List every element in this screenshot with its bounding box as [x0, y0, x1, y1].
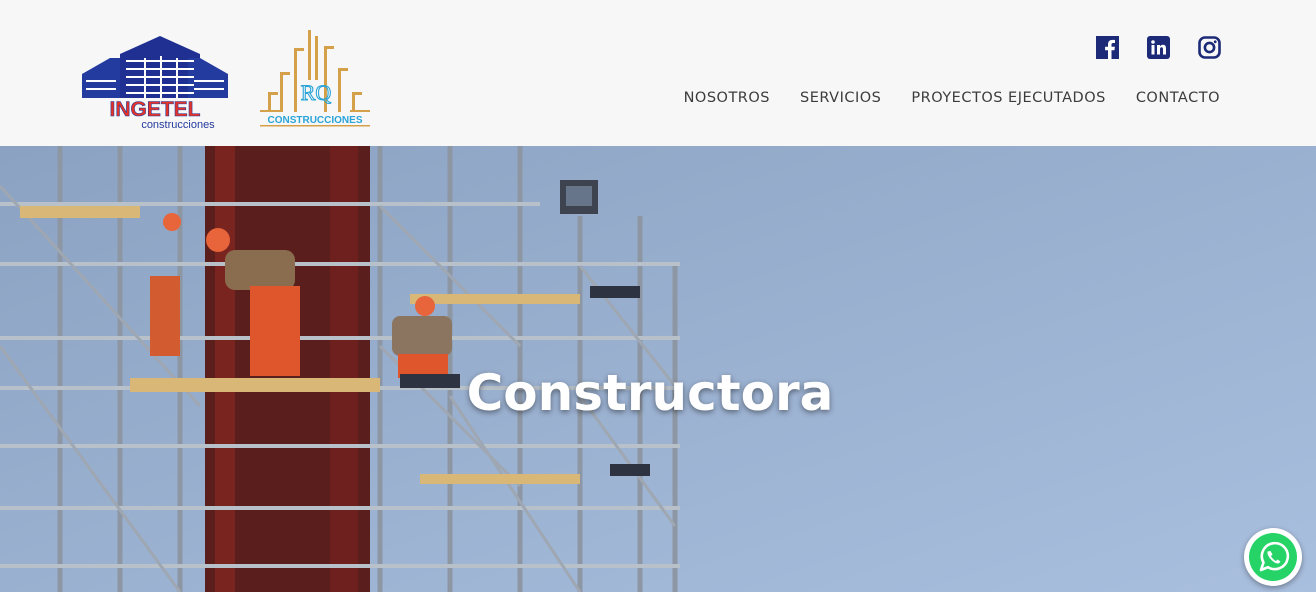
nav-item-servicios[interactable]: SERVICIOS [800, 90, 881, 106]
hero-banner: Constructora [0, 146, 1316, 592]
nav-item-proyectos-ejecutados[interactable]: PROYECTOS EJECUTADOS [911, 90, 1105, 106]
ingetel-logo[interactable]: INGETEL construcciones [82, 36, 228, 132]
instagram-icon[interactable] [1198, 36, 1221, 59]
rq-logo-text: CONSTRUCCIONES [267, 115, 362, 126]
rq-construcciones-logo[interactable]: RQ CONSTRUCCIONES [258, 28, 372, 128]
linkedin-icon[interactable] [1147, 36, 1170, 59]
nav-item-nosotros[interactable]: NOSOTROS [684, 90, 770, 106]
ingetel-logo-sub: construcciones [141, 119, 215, 131]
site-header: INGETEL construcciones RQ CONSTRUCCIONES [0, 0, 1316, 146]
ingetel-logo-name: INGETEL [109, 98, 200, 121]
main-nav: NOSOTROS SERVICIOS PROYECTOS EJECUTADOS … [684, 90, 1220, 106]
nav-item-contacto[interactable]: CONTACTO [1136, 90, 1220, 106]
hero-title: Constructora [466, 364, 834, 422]
facebook-icon[interactable] [1096, 36, 1119, 59]
rq-logo-mark: RQ [301, 80, 332, 105]
whatsapp-icon [1249, 533, 1297, 581]
whatsapp-button[interactable] [1244, 528, 1302, 586]
